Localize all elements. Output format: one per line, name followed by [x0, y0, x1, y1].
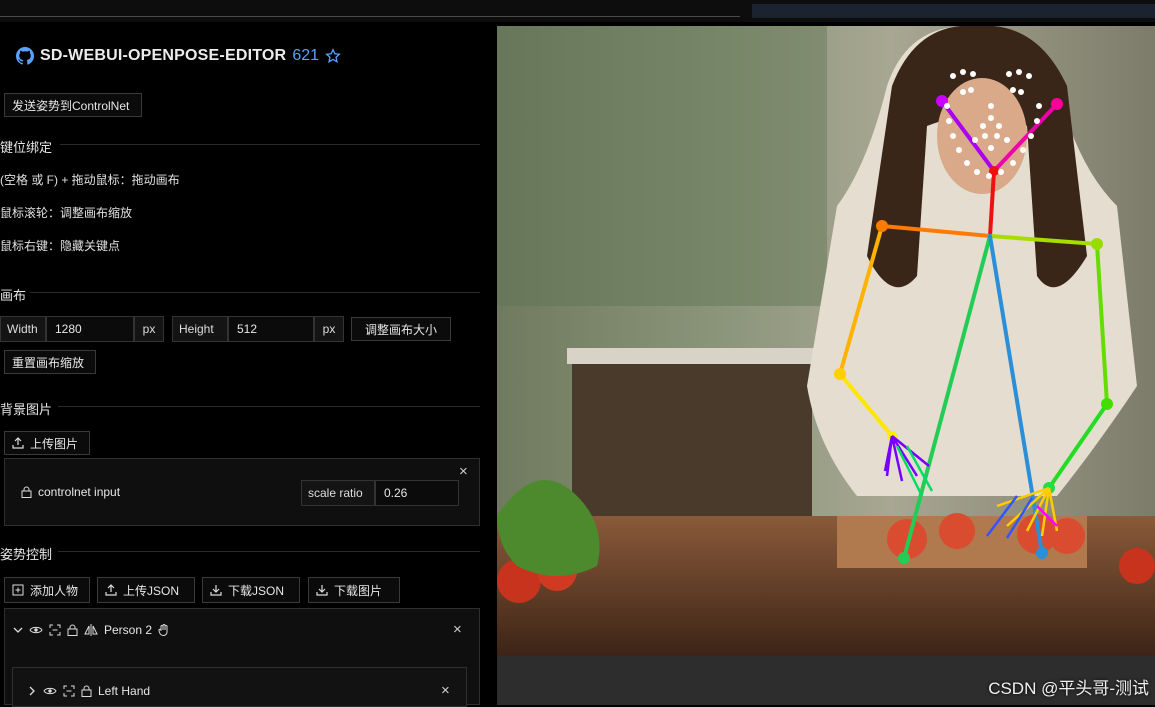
close-icon[interactable]: ×: [441, 682, 450, 699]
add-person-button[interactable]: 添加人物: [4, 577, 90, 603]
width-unit: px: [134, 316, 164, 342]
resize-canvas-button[interactable]: 调整画布大小: [351, 317, 451, 341]
section-divider: [58, 406, 480, 407]
title-row: SD-WEBUI-OPENPOSE-EDITOR 621: [16, 47, 341, 65]
pose-canvas-svg[interactable]: [497, 26, 1155, 656]
width-label: Width: [0, 316, 46, 342]
pose-heading: 姿势控制: [0, 547, 53, 562]
left-hand-row[interactable]: Left Hand: [27, 684, 150, 698]
window-greenery: [497, 26, 827, 306]
controlnet-input-row: controlnet input: [21, 485, 120, 499]
star-count[interactable]: 621: [292, 47, 319, 65]
add-person-label: 添加人物: [30, 583, 79, 598]
reset-zoom-button[interactable]: 重置画布缩放: [4, 350, 96, 374]
hint-drag-canvas: (空格 或 F) + 拖动鼠标：拖动画布: [0, 173, 180, 187]
github-icon[interactable]: [16, 47, 34, 65]
top-divider: [0, 16, 740, 17]
keybindings-heading: 键位绑定: [0, 140, 53, 155]
background-heading: 背景图片: [0, 402, 53, 417]
upload-json-label: 上传JSON: [123, 583, 180, 598]
canvas-heading: 画布: [0, 288, 27, 303]
background-card: × controlnet input scale ratio 0.26: [4, 458, 480, 526]
star-icon[interactable]: [325, 48, 341, 64]
scale-ratio-input[interactable]: 0.26: [375, 480, 459, 506]
height-input[interactable]: 512: [228, 316, 314, 342]
download-icon: [210, 585, 222, 596]
left-hand-label: Left Hand: [98, 684, 151, 698]
download-icon: [316, 585, 328, 596]
lock-icon[interactable]: [21, 486, 32, 498]
height-label: Height: [172, 316, 228, 342]
eye-icon[interactable]: [29, 625, 43, 635]
close-icon[interactable]: ×: [459, 463, 468, 480]
upload-icon: [105, 584, 117, 596]
hint-zoom-canvas: 鼠标滚轮：调整画布缩放: [0, 206, 133, 220]
scale-ratio-label: scale ratio: [301, 480, 375, 506]
reset-zoom-label: 重置画布缩放: [12, 355, 85, 370]
resize-canvas-label: 调整画布大小: [364, 322, 437, 337]
left-hand-card: Left Hand ×: [12, 667, 467, 707]
pose-canvas[interactable]: [497, 26, 1155, 656]
controlnet-input-label: controlnet input: [38, 485, 121, 499]
person-card: Person 2 × Left Hand ×: [4, 608, 480, 707]
download-image-button[interactable]: 下载图片: [308, 577, 400, 603]
browser-top-bar: [0, 0, 1155, 22]
send-to-controlnet-button[interactable]: 发送姿势到ControlNet: [4, 93, 142, 117]
hand-icon[interactable]: [158, 624, 169, 636]
download-json-button[interactable]: 下载JSON: [202, 577, 300, 603]
width-input[interactable]: 1280: [46, 316, 134, 342]
counter-top: [567, 348, 817, 364]
upload-image-label: 上传图片: [30, 436, 79, 451]
kitchen-cabinet: [572, 356, 812, 516]
upload-image-button[interactable]: 上传图片: [4, 431, 90, 455]
editor-left-panel: SD-WEBUI-OPENPOSE-EDITOR 621 发送姿势到Contro…: [0, 22, 490, 707]
height-unit: px: [314, 316, 344, 342]
section-divider: [60, 144, 480, 145]
app-title[interactable]: SD-WEBUI-OPENPOSE-EDITOR: [40, 47, 286, 65]
mirror-icon[interactable]: [84, 624, 98, 636]
hint-hide-keypoint: 鼠标右键：隐藏关键点: [0, 239, 121, 253]
download-json-label: 下载JSON: [228, 583, 285, 598]
focus-icon[interactable]: [63, 685, 75, 697]
section-divider: [58, 551, 480, 552]
send-to-controlnet-label: 发送姿势到ControlNet: [12, 98, 130, 113]
lock-icon[interactable]: [81, 685, 92, 697]
section-divider: [30, 292, 480, 293]
top-tab-strip: [752, 4, 1155, 18]
chevron-right-icon[interactable]: [27, 686, 37, 696]
focus-icon[interactable]: [49, 624, 61, 636]
csdn-watermark: CSDN @平头哥-测试: [988, 679, 1149, 698]
upload-json-button[interactable]: 上传JSON: [97, 577, 195, 603]
person-row[interactable]: Person 2: [13, 623, 169, 637]
close-icon[interactable]: ×: [453, 621, 462, 638]
lock-icon[interactable]: [67, 624, 78, 636]
add-icon: [12, 584, 24, 596]
eye-icon[interactable]: [43, 686, 57, 696]
person-label: Person 2: [104, 623, 153, 637]
download-image-label: 下载图片: [334, 583, 383, 598]
upload-icon: [12, 437, 24, 449]
chevron-down-icon[interactable]: [13, 625, 23, 635]
